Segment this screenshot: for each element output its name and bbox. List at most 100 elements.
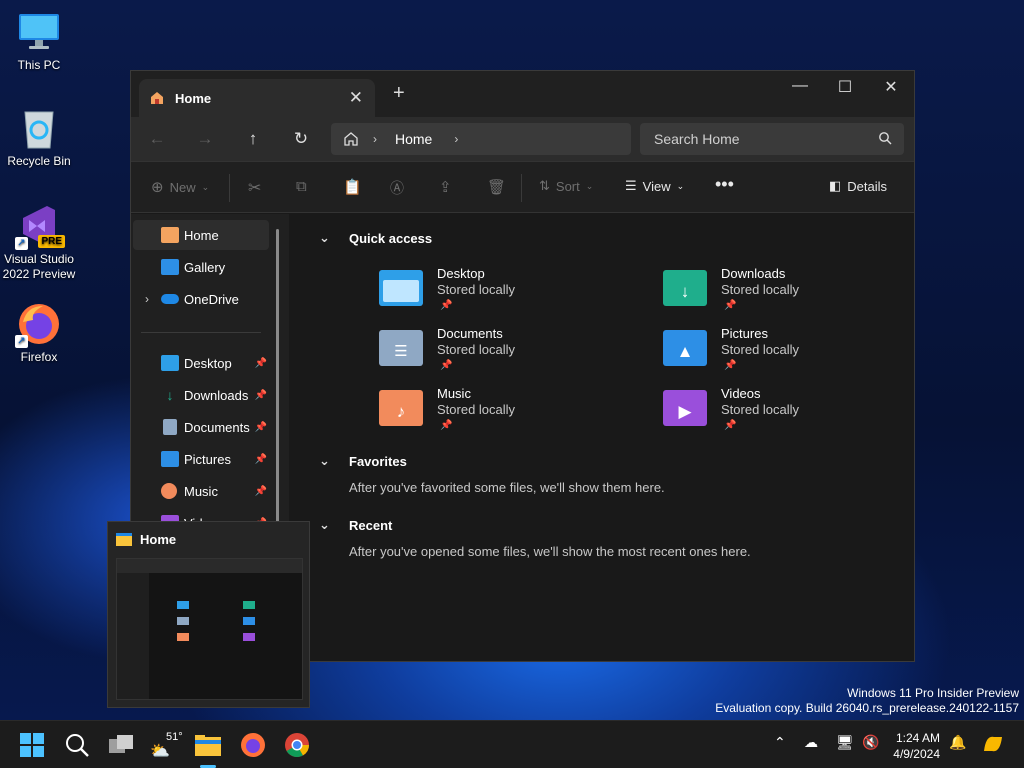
pin-icon: 📌: [724, 300, 737, 311]
pin-icon[interactable]: 📌: [255, 390, 267, 401]
quick-access-videos[interactable]: ▶ Videos Stored locally 📌: [663, 386, 863, 444]
quick-access-pictures[interactable]: ▲ Pictures Stored locally 📌: [663, 326, 863, 384]
desktop-icon-this-pc[interactable]: This PC: [2, 10, 76, 73]
pin-icon: 📌: [440, 300, 453, 311]
recent-header[interactable]: ⌄ Recent: [319, 517, 392, 533]
desktop-icon-visual-studio[interactable]: PRE ↗ Visual Studio 2022 Preview: [2, 204, 76, 282]
chevron-down-icon[interactable]: ⌄: [319, 517, 337, 533]
system-clock[interactable]: 1:24 AM 4/9/2024: [893, 730, 940, 762]
more-options-icon[interactable]: •••: [715, 174, 734, 195]
weather-cloud-icon: ⛅: [150, 743, 170, 760]
quick-access-music[interactable]: ♪ Music Stored locally 📌: [379, 386, 579, 444]
new-button[interactable]: ⊕ New ⌄: [151, 178, 209, 196]
sidebar-item-pictures[interactable]: Pictures 📌: [133, 444, 269, 474]
firefox-icon[interactable]: [239, 731, 267, 759]
item-status: Stored locally: [721, 402, 800, 417]
delete-icon[interactable]: 🗑: [487, 178, 506, 196]
sidebar-item-gallery[interactable]: Gallery: [133, 252, 269, 282]
new-tab-button[interactable]: +: [393, 82, 405, 105]
taskbar-window-preview[interactable]: Home: [107, 521, 310, 708]
pin-icon: 📌: [440, 420, 453, 431]
pre-badge: PRE: [38, 235, 65, 248]
breadcrumb[interactable]: Home: [395, 131, 432, 147]
quick-access-header[interactable]: ⌄ Quick access: [319, 230, 432, 246]
sidebar-item-downloads[interactable]: ↓ Downloads 📌: [133, 380, 269, 410]
sidebar-item-label: Gallery: [184, 259, 226, 275]
share-icon[interactable]: ⇪: [439, 178, 452, 196]
forward-arrow-icon[interactable]: →: [193, 127, 217, 151]
videos-folder-icon: ▶: [663, 390, 707, 426]
desktop-icon-firefox[interactable]: ↗ Firefox: [2, 302, 76, 365]
start-button[interactable]: [19, 732, 47, 760]
chevron-down-icon[interactable]: ⌄: [319, 453, 337, 469]
show-hidden-icons-chevron-icon[interactable]: ⌃: [774, 734, 786, 751]
pin-icon[interactable]: 📌: [255, 358, 267, 369]
copilot-icon[interactable]: [980, 731, 1008, 759]
title-bar: Home ✕ + — ☐ ✕: [131, 71, 914, 117]
music-folder-icon: [161, 483, 177, 499]
view-button[interactable]: ☰ View ⌄: [625, 178, 684, 194]
quick-access-downloads[interactable]: ↓ Downloads Stored locally 📌: [663, 266, 863, 324]
up-arrow-icon[interactable]: ↑: [241, 127, 265, 151]
chevron-right-icon[interactable]: ›: [133, 292, 161, 306]
pin-icon[interactable]: 📌: [255, 486, 267, 497]
notification-bell-icon[interactable]: 🔔: [949, 734, 966, 751]
chevron-down-icon[interactable]: ⌄: [319, 230, 337, 246]
pin-icon: 📌: [724, 360, 737, 371]
taskbar: ⛅ 51° ⌃ ☁ 🖥 🔇 1:24 AM 4/9/2024 🔔: [0, 720, 1024, 768]
shortcut-arrow-icon: ↗: [15, 335, 28, 348]
cut-icon[interactable]: ✂: [248, 178, 261, 198]
section-title: Quick access: [349, 230, 433, 246]
sidebar-item-onedrive[interactable]: › OneDrive: [133, 284, 269, 314]
chrome-icon[interactable]: [283, 731, 311, 759]
item-status: Stored locally: [721, 342, 800, 357]
content-pane: ⌄ Quick access Desktop Stored locally 📌 …: [289, 214, 914, 661]
network-icon[interactable]: 🖥: [836, 734, 854, 751]
monitor-icon: [17, 10, 61, 54]
search-box[interactable]: Search Home: [640, 123, 904, 155]
section-title: Recent: [349, 517, 393, 533]
recycle-bin-icon: [17, 106, 61, 150]
quick-access-documents[interactable]: ☰ Documents Stored locally 📌: [379, 326, 579, 384]
favorites-header[interactable]: ⌄ Favorites: [319, 453, 407, 469]
paste-icon[interactable]: 📋: [343, 178, 362, 196]
copy-icon[interactable]: ⧉: [296, 178, 307, 195]
tab-home[interactable]: Home ✕: [139, 79, 375, 117]
sidebar-item-label: Downloads: [184, 387, 249, 403]
pin-icon[interactable]: 📌: [255, 422, 267, 433]
desktop-folder-icon: [379, 270, 423, 306]
back-arrow-icon[interactable]: ←: [145, 127, 169, 151]
documents-folder-icon: [163, 419, 177, 435]
file-explorer-taskbar-icon[interactable]: [194, 731, 222, 768]
volume-muted-icon[interactable]: 🔇: [862, 734, 879, 751]
desktop-icon-recycle-bin[interactable]: Recycle Bin: [2, 106, 76, 169]
sort-button[interactable]: ⇅ Sort ⌄: [539, 178, 593, 194]
tab-title: Home: [175, 90, 212, 106]
close-tab-icon[interactable]: ✕: [349, 88, 363, 108]
search-icon[interactable]: [63, 731, 91, 759]
refresh-icon[interactable]: ↻: [289, 127, 313, 151]
minimize-button[interactable]: —: [785, 77, 815, 95]
address-bar[interactable]: › Home ›: [331, 123, 631, 155]
home-outline-icon: [343, 131, 359, 147]
chevron-right-icon[interactable]: ›: [454, 132, 458, 146]
close-window-button[interactable]: ✕: [876, 77, 906, 97]
maximize-button[interactable]: ☐: [830, 77, 860, 97]
quick-access-desktop[interactable]: Desktop Stored locally 📌: [379, 266, 579, 324]
pin-icon: 📌: [724, 420, 737, 431]
chevron-down-icon: ⌄: [201, 181, 210, 192]
task-view-icon[interactable]: [107, 731, 135, 759]
item-status: Stored locally: [721, 282, 800, 297]
sidebar-item-music[interactable]: Music 📌: [133, 476, 269, 506]
onedrive-offline-icon[interactable]: ☁: [804, 734, 818, 751]
details-button[interactable]: ◧ Details: [829, 178, 887, 194]
sidebar-item-desktop[interactable]: Desktop 📌: [133, 348, 269, 378]
pin-icon[interactable]: 📌: [255, 454, 267, 465]
recent-empty-message: After you've opened some files, we'll sh…: [349, 544, 751, 559]
sidebar-item-home[interactable]: Home: [133, 220, 269, 250]
sidebar-item-documents[interactable]: Documents 📌: [133, 412, 269, 442]
weather-widget[interactable]: ⛅ 51°: [150, 731, 186, 760]
item-name: Desktop: [437, 266, 485, 281]
search-placeholder: Search Home: [654, 131, 740, 147]
rename-icon[interactable]: Ⓐ: [390, 178, 404, 198]
